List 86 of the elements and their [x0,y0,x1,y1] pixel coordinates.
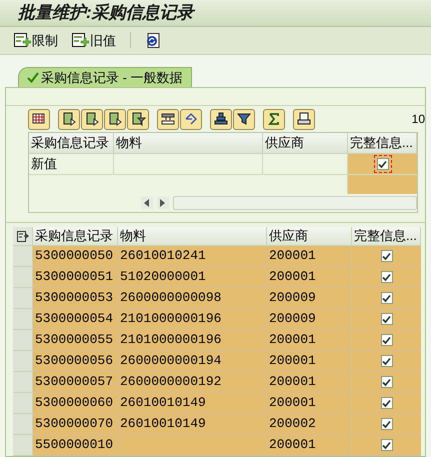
checkbox[interactable] [380,313,392,325]
table-cell: 200001 [267,393,352,414]
filter-icon [236,111,252,127]
column-header: 采购信息记录 [29,133,114,154]
window-title: 批量维护:采购信息记录 [18,2,194,24]
table-cell: 200001 [267,372,352,393]
table-cell: 200001 [267,267,352,288]
document-arrow-icon [84,111,100,127]
table-cell: 新值 [29,154,114,175]
column-header: 采购信息记录 [33,227,118,246]
select-all-icon[interactable] [16,230,28,242]
table-cell: 2101000000196 [118,309,267,330]
column-header: 完整信息... [352,227,421,246]
table-cell: 200001 [267,435,352,456]
checkbox[interactable] [380,250,392,262]
checkbox[interactable] [380,376,392,388]
checkbox[interactable] [380,355,392,367]
toolbar-button[interactable]: 限制 [14,30,58,50]
table-cell: 5300000050 [33,246,118,267]
table-cell: 5500000010 [33,435,118,456]
toolbar-button[interactable]: 旧值 [72,30,116,50]
table-cell[interactable] [348,175,417,194]
table-cell: 5300000057 [33,372,118,393]
column-header: 供应商 [263,133,348,154]
toolbar-button[interactable] [263,108,285,130]
table-cell: 5300000053 [33,288,118,309]
refresh-icon[interactable] [145,32,160,48]
checkbox[interactable] [380,439,392,451]
table-cell[interactable] [114,154,263,175]
toolbar-button[interactable] [58,108,80,130]
table-cell: 2600000000194 [118,351,267,372]
tab[interactable]: 采购信息记录 - 一般数据 [18,67,192,87]
table-cell[interactable] [348,154,417,175]
toolbar-button[interactable] [210,108,232,130]
document-arrow-icon [107,111,123,127]
column-header: 供应商 [267,227,352,246]
checkbox[interactable] [380,271,392,283]
table-cell: 200001 [267,330,352,351]
table-cell: 26010010149 [118,414,267,435]
table-cell: 5300000060 [33,393,118,414]
document-add-icon [72,32,89,48]
table-cell: 2600000000192 [118,372,267,393]
scroll-right-icon[interactable] [157,197,169,209]
table-cell: 200001 [267,351,352,372]
toolbar-button[interactable] [157,108,179,130]
stack-icon [213,111,229,127]
table-cell: 5300000070 [33,414,118,435]
toolbar-button[interactable] [104,108,126,130]
sigma-icon [266,111,282,127]
column-header: 完整信息... [348,133,417,154]
table-cell: 200002 [267,414,352,435]
page-indicator: 10 [412,111,425,128]
columns-icon [160,111,176,127]
undo-icon [183,111,199,127]
toolbar-button[interactable] [81,108,103,130]
toolbar-button[interactable] [127,108,149,130]
filter-document-icon [130,111,146,127]
checkbox[interactable] [380,397,392,409]
checkbox[interactable] [380,292,392,304]
toolbar-button[interactable] [28,108,50,130]
checkbox[interactable] [380,334,392,346]
document-arrow-icon [61,111,77,127]
checkbox[interactable] [380,418,392,430]
column-header: 物料 [114,133,263,154]
document-add-icon [14,32,31,48]
toolbar-button[interactable] [233,108,255,130]
scrollbar-thumb[interactable] [173,196,417,210]
table-cell: 51020000001 [118,267,267,288]
checkbox[interactable] [376,158,388,170]
table-cell: 2600000000098 [118,288,267,309]
table-cell: 5300000056 [33,351,118,372]
table-cell: 200009 [267,288,352,309]
scroll-left-icon[interactable] [141,197,153,209]
table-cell: 2101000000196 [118,330,267,351]
check-icon [27,72,39,83]
printer-icon [296,111,312,127]
table-cell: 200001 [267,246,352,267]
table-cell: 5300000054 [33,309,118,330]
toolbar-button[interactable] [293,108,315,130]
table-cell: 26010010241 [118,246,267,267]
table-cell: 5300000051 [33,267,118,288]
toolbar-button[interactable] [180,108,202,130]
table-cell: 26010010149 [118,393,267,414]
table-cell: 200009 [267,309,352,330]
table-cell: 5300000055 [33,330,118,351]
column-header: 物料 [118,227,267,246]
